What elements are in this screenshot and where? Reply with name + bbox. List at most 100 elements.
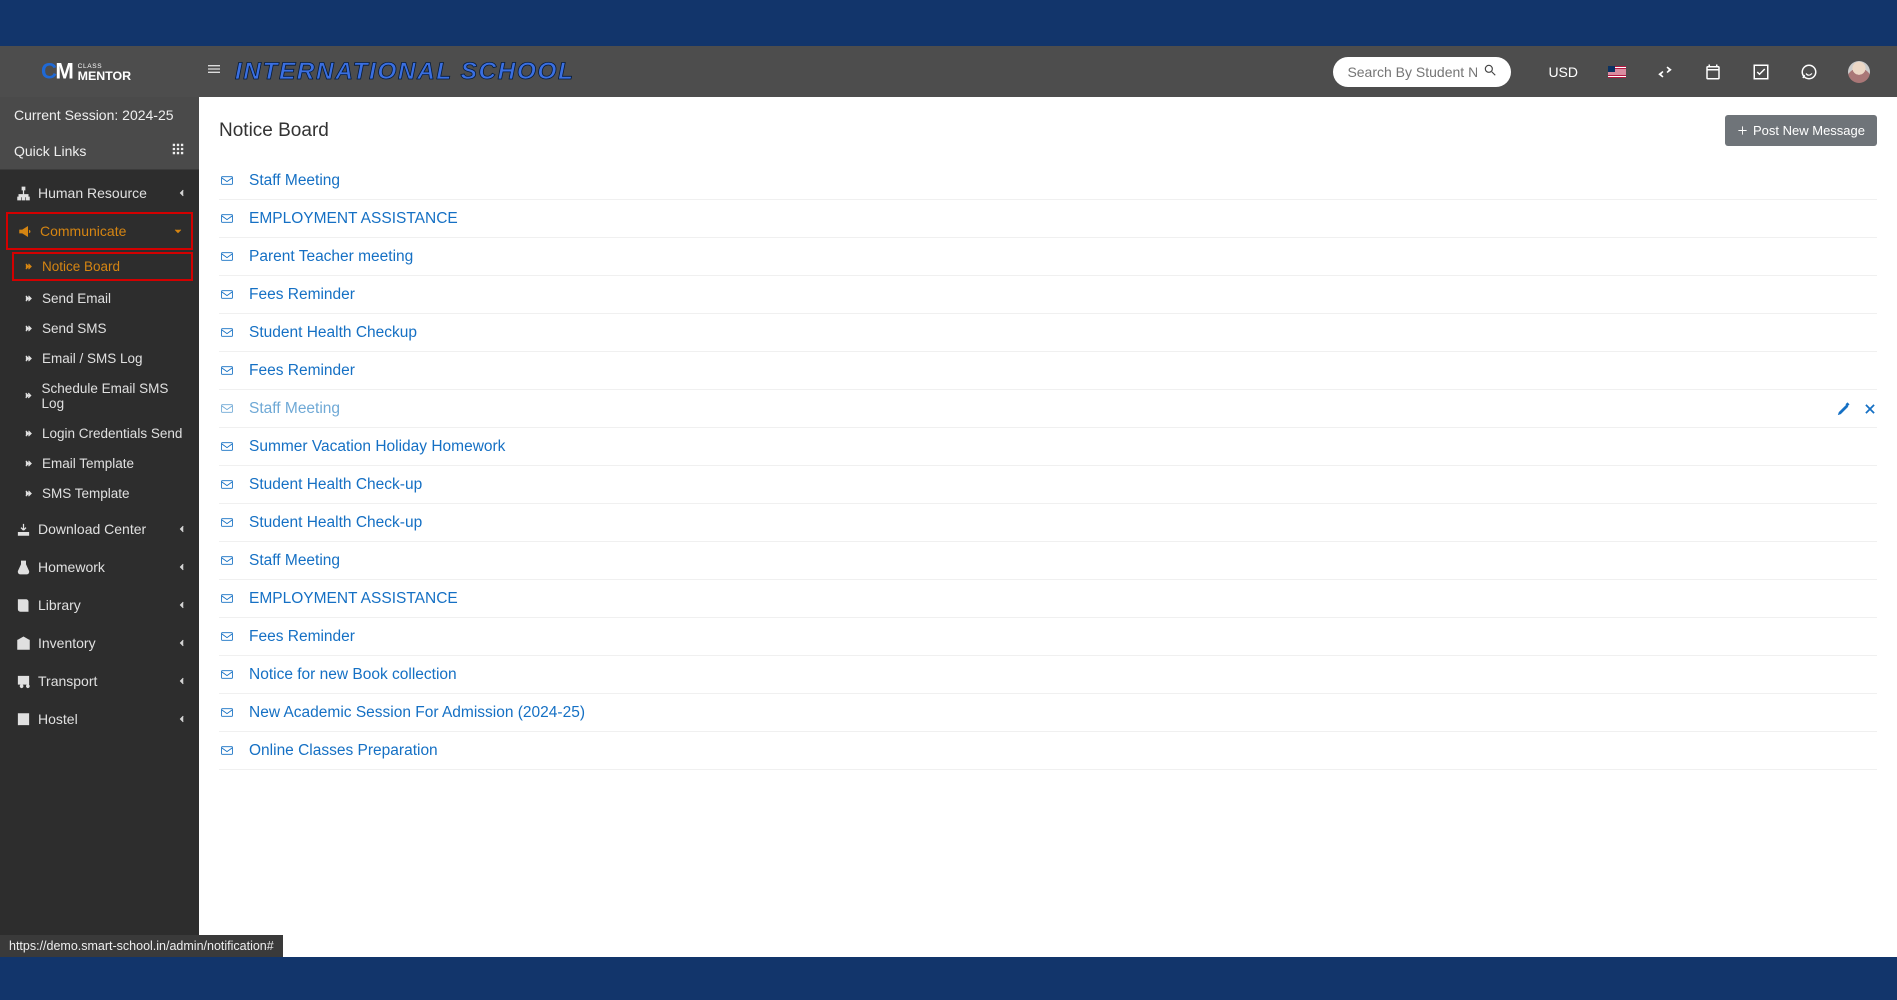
notice-title[interactable]: New Academic Session For Admission (2024… — [249, 704, 585, 722]
sidebar-subitem-login-credentials-send[interactable]: Login Credentials Send — [0, 418, 199, 448]
notice-row[interactable]: Parent Teacher meeting — [219, 238, 1877, 276]
notice-title[interactable]: Notice for new Book collection — [249, 666, 457, 684]
sidebar-item-communicate[interactable]: Communicate — [6, 212, 193, 250]
notice-row[interactable]: Fees Reminder — [219, 352, 1877, 390]
student-search-box[interactable] — [1333, 57, 1511, 87]
notice-row[interactable]: Staff Meeting — [219, 162, 1877, 200]
content-area: Notice Board Post New Message Staff Meet… — [199, 97, 1897, 957]
chevron-left-icon — [177, 635, 187, 651]
sidebar-item-homework[interactable]: Homework — [0, 548, 199, 586]
notice-title[interactable]: Student Health Check-up — [249, 476, 422, 494]
user-avatar[interactable] — [1833, 46, 1885, 97]
svg-text:MENTOR: MENTOR — [77, 68, 131, 82]
subitem-label: SMS Template — [42, 486, 130, 501]
tasks-icon[interactable] — [1737, 46, 1785, 97]
flask-icon — [16, 560, 38, 575]
sidebar-item-library[interactable]: Library — [0, 586, 199, 624]
delete-icon[interactable] — [1863, 402, 1877, 416]
notice-title[interactable]: Summer Vacation Holiday Homework — [249, 438, 505, 456]
notice-title[interactable]: Parent Teacher meeting — [249, 248, 413, 266]
envelope-icon — [219, 744, 235, 757]
double-chevron-icon — [24, 429, 33, 438]
notice-title[interactable]: Fees Reminder — [249, 286, 355, 304]
calendar-icon[interactable] — [1689, 46, 1737, 97]
nav-label: Transport — [38, 673, 97, 689]
notice-row[interactable]: Fees Reminder — [219, 618, 1877, 656]
sidebar-item-human-resource[interactable]: Human Resource — [0, 174, 199, 212]
us-flag-icon — [1608, 66, 1626, 78]
double-chevron-icon — [24, 262, 33, 271]
chevron-left-icon — [177, 673, 187, 689]
notice-row[interactable]: Fees Reminder — [219, 276, 1877, 314]
notice-row[interactable]: Staff Meeting — [219, 390, 1877, 428]
notice-row[interactable]: Notice for new Book collection — [219, 656, 1877, 694]
sidebar-subitem-notice-board[interactable]: Notice Board — [12, 252, 193, 281]
inventory-icon — [16, 636, 38, 651]
notice-row[interactable]: Summer Vacation Holiday Homework — [219, 428, 1877, 466]
sidebar-item-download-center[interactable]: Download Center — [0, 510, 199, 548]
notice-row[interactable]: Student Health Check-up — [219, 504, 1877, 542]
post-button-label: Post New Message — [1753, 123, 1865, 138]
plus-icon — [1737, 125, 1748, 136]
language-flag[interactable] — [1593, 46, 1641, 97]
chevron-left-icon — [177, 185, 187, 201]
nav-label: Inventory — [38, 635, 96, 651]
school-name: INTERNATIONAL SCHOOL — [235, 58, 574, 86]
notice-row[interactable]: Student Health Check-up — [219, 466, 1877, 504]
chevron-left-icon — [177, 597, 187, 613]
sitemap-icon — [16, 186, 38, 201]
sidebar-subitem-send-sms[interactable]: Send SMS — [0, 313, 199, 343]
sidebar-item-hostel[interactable]: Hostel — [0, 700, 199, 738]
chevron-down-icon — [173, 223, 183, 239]
sidebar-item-transport[interactable]: Transport — [0, 662, 199, 700]
search-icon[interactable] — [1483, 63, 1497, 80]
swap-icon[interactable] — [1641, 46, 1689, 97]
notice-title[interactable]: EMPLOYMENT ASSISTANCE — [249, 590, 458, 608]
quick-links-label: Quick Links — [14, 143, 86, 159]
notice-row[interactable]: EMPLOYMENT ASSISTANCE — [219, 580, 1877, 618]
subitem-label: Schedule Email SMS Log — [42, 381, 187, 411]
sidebar-subitem-sms-template[interactable]: SMS Template — [0, 478, 199, 508]
whatsapp-icon[interactable] — [1785, 46, 1833, 97]
notice-title[interactable]: Staff Meeting — [249, 552, 340, 570]
notice-title[interactable]: Student Health Checkup — [249, 324, 417, 342]
notice-title[interactable]: Fees Reminder — [249, 628, 355, 646]
double-chevron-icon — [24, 489, 33, 498]
notice-row[interactable]: New Academic Session For Admission (2024… — [219, 694, 1877, 732]
student-search-input[interactable] — [1347, 64, 1477, 80]
building-icon — [16, 712, 38, 727]
notice-title[interactable]: Online Classes Preparation — [249, 742, 438, 760]
envelope-icon — [219, 212, 235, 225]
envelope-icon — [219, 288, 235, 301]
currency-selector[interactable]: USD — [1533, 46, 1593, 97]
subitem-label: Send Email — [42, 291, 111, 306]
notice-title[interactable]: EMPLOYMENT ASSISTANCE — [249, 210, 458, 228]
double-chevron-icon — [24, 294, 33, 303]
sidebar-subitem-email-template[interactable]: Email Template — [0, 448, 199, 478]
current-session-label: Current Session: 2024-25 — [0, 97, 199, 133]
chevron-left-icon — [177, 559, 187, 575]
notice-row[interactable]: Online Classes Preparation — [219, 732, 1877, 770]
envelope-icon — [219, 668, 235, 681]
quick-links-button[interactable]: Quick Links — [0, 133, 199, 170]
sidebar-item-inventory[interactable]: Inventory — [0, 624, 199, 662]
notice-row[interactable]: Staff Meeting — [219, 542, 1877, 580]
subitem-label: Login Credentials Send — [42, 426, 182, 441]
edit-icon[interactable] — [1837, 402, 1851, 416]
notice-title[interactable]: Fees Reminder — [249, 362, 355, 380]
sidebar-subitem-send-email[interactable]: Send Email — [0, 283, 199, 313]
notice-row[interactable]: EMPLOYMENT ASSISTANCE — [219, 200, 1877, 238]
notice-row[interactable]: Student Health Checkup — [219, 314, 1877, 352]
brand-logo[interactable]: C M CLASS MENTOR — [0, 46, 199, 97]
sidebar-subitem-schedule-email-sms-log[interactable]: Schedule Email SMS Log — [0, 373, 199, 418]
bullhorn-icon — [18, 224, 40, 239]
notice-title[interactable]: Staff Meeting — [249, 172, 340, 190]
notice-title[interactable]: Staff Meeting — [249, 400, 340, 418]
svg-text:C: C — [41, 58, 57, 83]
double-chevron-icon — [24, 354, 33, 363]
notice-title[interactable]: Student Health Check-up — [249, 514, 422, 532]
post-new-message-button[interactable]: Post New Message — [1725, 115, 1877, 146]
envelope-icon — [219, 478, 235, 491]
menu-toggle-icon[interactable] — [199, 61, 229, 82]
sidebar-subitem-email-sms-log[interactable]: Email / SMS Log — [0, 343, 199, 373]
